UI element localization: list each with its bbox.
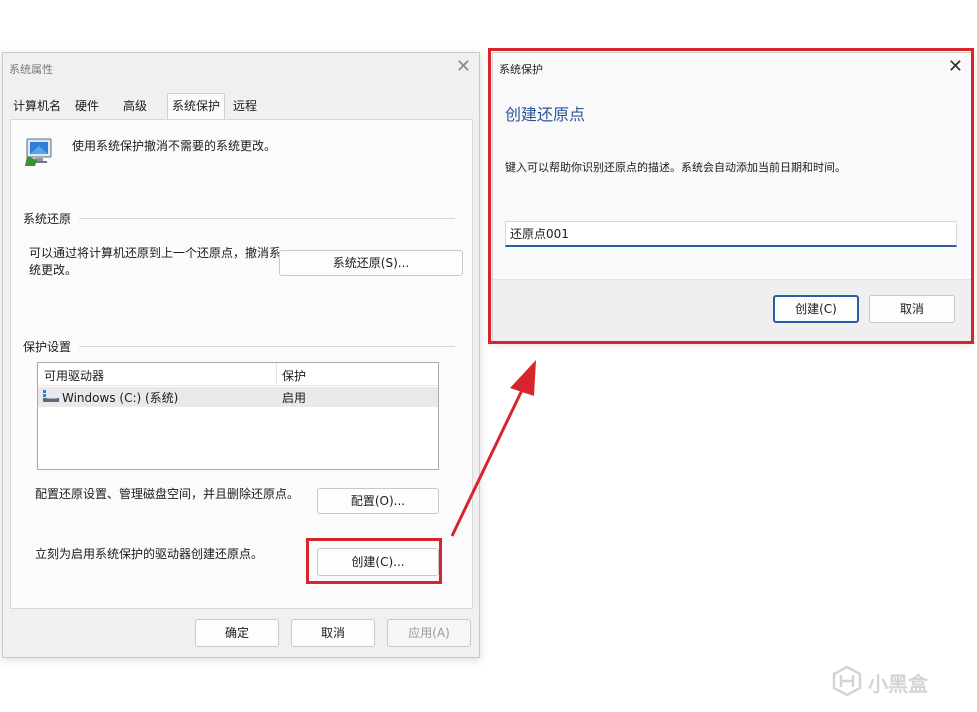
watermark: 小黑盒: [828, 662, 968, 702]
dialog-highlight: [488, 48, 974, 344]
arrow-shaft: [450, 385, 526, 537]
watermark-logo-icon: [832, 665, 862, 697]
arrow-head: [510, 360, 536, 396]
watermark-text: 小黑盒: [868, 672, 928, 696]
